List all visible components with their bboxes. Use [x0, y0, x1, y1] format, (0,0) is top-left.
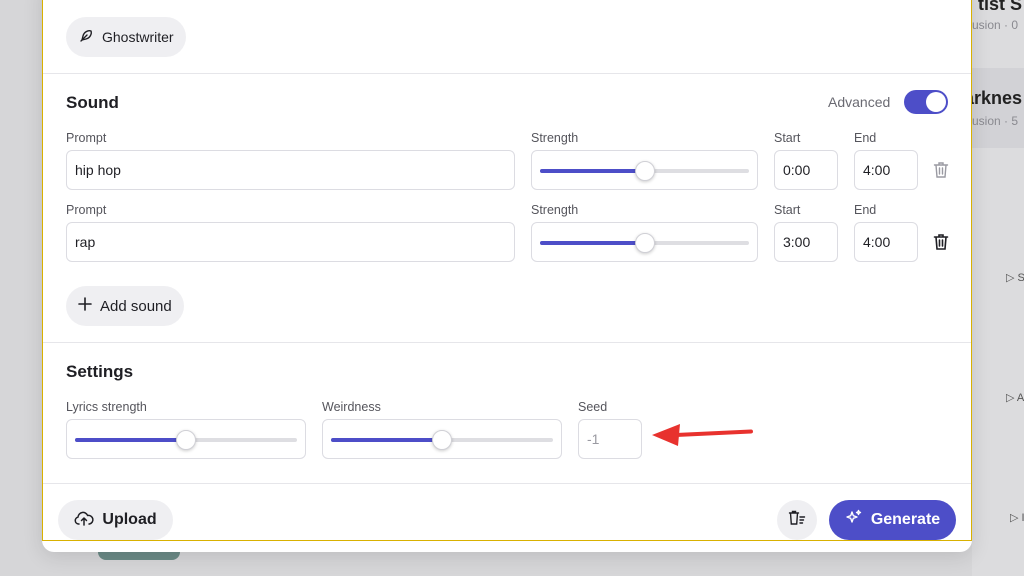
- end-label: End: [854, 131, 877, 145]
- end-time-input[interactable]: 4:00: [854, 222, 918, 262]
- ghostwriter-button[interactable]: Ghostwriter: [66, 17, 186, 57]
- advanced-label: Advanced: [828, 94, 891, 110]
- slider-fill: [540, 169, 645, 173]
- settings-section-title: Settings: [66, 362, 134, 381]
- background-play-icon[interactable]: ▷ I: [1010, 511, 1024, 524]
- strength-slider[interactable]: [531, 222, 758, 262]
- start-label: Start: [774, 131, 801, 145]
- delete-sound-icon[interactable]: [932, 160, 950, 180]
- sound-section-title: Sound: [66, 93, 119, 112]
- seed-label: Seed: [578, 400, 608, 414]
- slider-track: [540, 161, 749, 181]
- lyrics-strength-label: Lyrics strength: [66, 400, 147, 414]
- slider-thumb[interactable]: [432, 430, 452, 450]
- generate-button[interactable]: Generate: [829, 500, 956, 540]
- sound-prompt-input[interactable]: rap: [66, 222, 515, 262]
- create-song-panel: Ghostwriter Sound Advanced Prompt hip ho…: [42, 0, 972, 552]
- start-time-input[interactable]: 0:00: [774, 150, 838, 190]
- annotation-arrow-icon: [652, 424, 753, 446]
- toggle-knob: [926, 92, 946, 112]
- strength-slider[interactable]: [531, 150, 758, 190]
- upload-button[interactable]: Upload: [58, 500, 173, 540]
- feather-icon: [78, 28, 94, 47]
- clear-form-button[interactable]: [777, 500, 817, 540]
- prompt-label: Prompt: [66, 203, 107, 217]
- weirdness-slider[interactable]: [322, 419, 562, 459]
- upload-label: Upload: [102, 511, 157, 528]
- generate-label: Generate: [870, 511, 941, 528]
- delete-sound-icon[interactable]: [932, 232, 950, 252]
- strength-label: Strength: [531, 203, 579, 217]
- end-time-input[interactable]: 4:00: [854, 150, 918, 190]
- background-play-icon[interactable]: ▷ S: [1006, 271, 1024, 284]
- slider-track: [540, 233, 749, 253]
- seed-input[interactable]: -1: [578, 419, 642, 459]
- background-song-subtitle: usion · 0: [972, 18, 1019, 32]
- slider-track: [331, 430, 553, 450]
- section-divider: [42, 483, 972, 484]
- section-divider: [42, 342, 972, 343]
- slider-thumb[interactable]: [176, 430, 196, 450]
- end-label: End: [854, 203, 877, 217]
- weirdness-label: Weirdness: [322, 400, 381, 414]
- sparkles-icon: [845, 509, 863, 532]
- slider-fill: [75, 438, 186, 442]
- clear-trash-icon: [788, 509, 806, 532]
- start-time-input[interactable]: 3:00: [774, 222, 838, 262]
- ghostwriter-label: Ghostwriter: [102, 29, 174, 45]
- background-play-icon[interactable]: ▷ A: [1006, 391, 1024, 404]
- background-page: tist S usion · 0 arknes usion · 5 ▷ S ▷ …: [972, 0, 1024, 576]
- cloud-upload-icon: [74, 510, 94, 531]
- add-sound-button[interactable]: Add sound: [66, 286, 184, 326]
- slider-track: [75, 430, 297, 450]
- start-label: Start: [774, 203, 801, 217]
- sound-prompt-input[interactable]: hip hop: [66, 150, 515, 190]
- slider-fill: [540, 241, 645, 245]
- slider-fill: [331, 438, 442, 442]
- advanced-toggle[interactable]: [904, 90, 948, 114]
- background-song-title: arknes: [972, 88, 1023, 108]
- lyrics-strength-slider[interactable]: [66, 419, 306, 459]
- background-song-subtitle: usion · 5: [972, 114, 1019, 128]
- prompt-label: Prompt: [66, 131, 107, 145]
- slider-thumb[interactable]: [634, 233, 655, 253]
- add-sound-label: Add sound: [100, 297, 172, 315]
- plus-icon: [78, 297, 92, 315]
- section-divider: [42, 73, 972, 74]
- background-song-title: tist S: [978, 0, 1023, 14]
- strength-label: Strength: [531, 131, 579, 145]
- slider-thumb[interactable]: [634, 161, 655, 181]
